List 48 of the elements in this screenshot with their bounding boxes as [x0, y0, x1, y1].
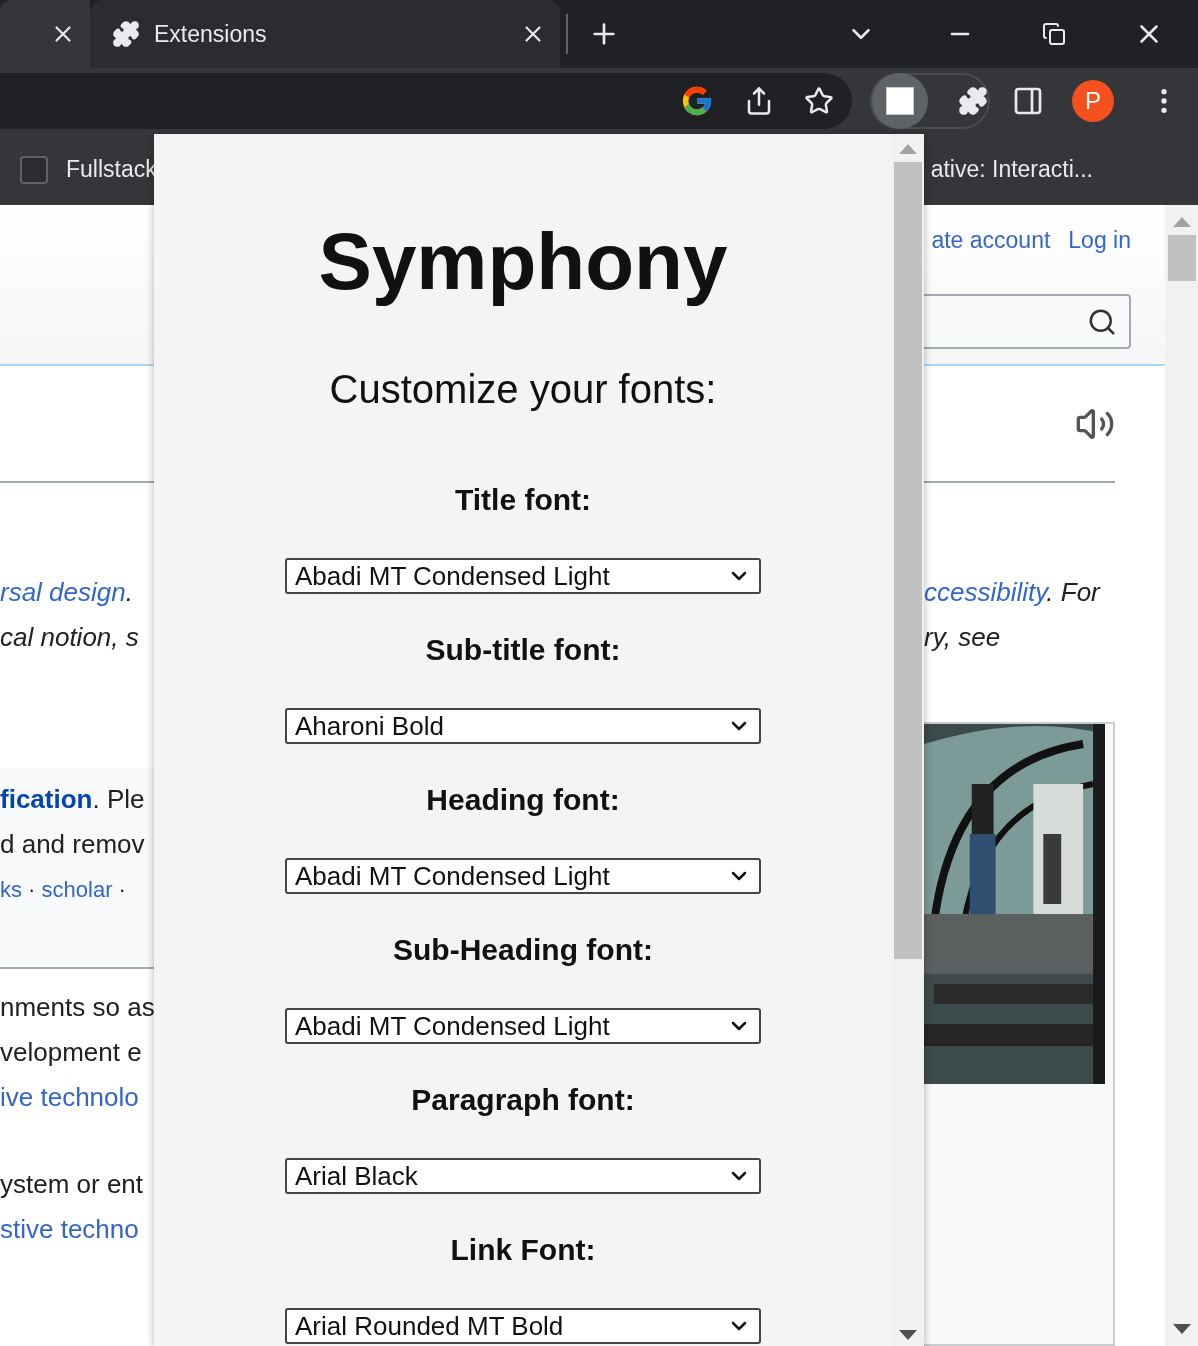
- star-icon[interactable]: [804, 86, 834, 116]
- article-link[interactable]: stive techno: [0, 1207, 154, 1252]
- article-text: ry, see: [924, 621, 1002, 654]
- article-text: ystem or ent: [0, 1168, 145, 1201]
- page-scrollbar[interactable]: [1165, 205, 1198, 1346]
- browser-tab[interactable]: Extensions: [90, 0, 560, 68]
- puzzle-icon[interactable]: [958, 86, 988, 116]
- font-select[interactable]: Arial Rounded MT Bold: [285, 1308, 761, 1344]
- article-text: ks · scholar ·: [0, 876, 127, 904]
- font-select[interactable]: Abadi MT Condensed Light: [285, 1008, 761, 1044]
- field-label: Link Font:: [450, 1235, 596, 1265]
- bookmark-item[interactable]: ative: Interacti...: [930, 156, 1093, 183]
- article-text: ccessibility. For: [924, 576, 1102, 609]
- puzzle-icon: [112, 20, 140, 48]
- article-text: nments so as: [0, 991, 154, 1024]
- scroll-thumb[interactable]: [894, 162, 922, 959]
- article-text: rsal design.: [0, 576, 134, 609]
- article-link[interactable]: ive technolo: [0, 1075, 154, 1120]
- article-text: d and remov: [0, 828, 146, 861]
- scroll-down-icon[interactable]: [899, 1330, 917, 1340]
- field-label: Title font:: [454, 485, 592, 515]
- article-text: fication. Ple: [0, 783, 146, 816]
- header-link[interactable]: ate account: [931, 227, 1051, 254]
- popup-scrollbar[interactable]: [892, 134, 924, 1346]
- extension-icon[interactable]: [872, 73, 928, 129]
- field-label: Sub-title font:: [425, 635, 621, 665]
- tab-title: Extensions: [154, 20, 268, 48]
- article-text: cal notion, s: [0, 621, 140, 654]
- font-select[interactable]: Abadi MT Condensed Light: [285, 858, 761, 894]
- article-link[interactable]: rsal design: [0, 577, 126, 607]
- article-text: velopment e: [0, 1036, 143, 1069]
- scroll-down-icon[interactable]: [1172, 1324, 1191, 1334]
- field-label: Paragraph font:: [411, 1085, 635, 1115]
- search-field[interactable]: [924, 294, 1131, 349]
- field-label: Heading font:: [426, 785, 620, 815]
- font-select[interactable]: Aharoni Bold: [285, 708, 761, 744]
- font-select[interactable]: Abadi MT Condensed Light: [285, 558, 761, 594]
- font-select[interactable]: Arial Black: [285, 1158, 761, 1194]
- field-label: Sub-Heading font:: [393, 935, 653, 965]
- side-panel-icon[interactable]: [1012, 85, 1044, 117]
- article-link[interactable]: fication: [0, 784, 93, 814]
- header-link[interactable]: Log in: [1068, 227, 1131, 254]
- article-link[interactable]: scholar: [41, 877, 113, 902]
- google-icon[interactable]: [680, 84, 714, 118]
- article-link[interactable]: ks: [0, 877, 22, 902]
- scroll-thumb[interactable]: [1167, 235, 1196, 281]
- article-link[interactable]: ccessibility: [924, 577, 1047, 607]
- popup-subtitle: Customize your fonts:: [329, 369, 717, 409]
